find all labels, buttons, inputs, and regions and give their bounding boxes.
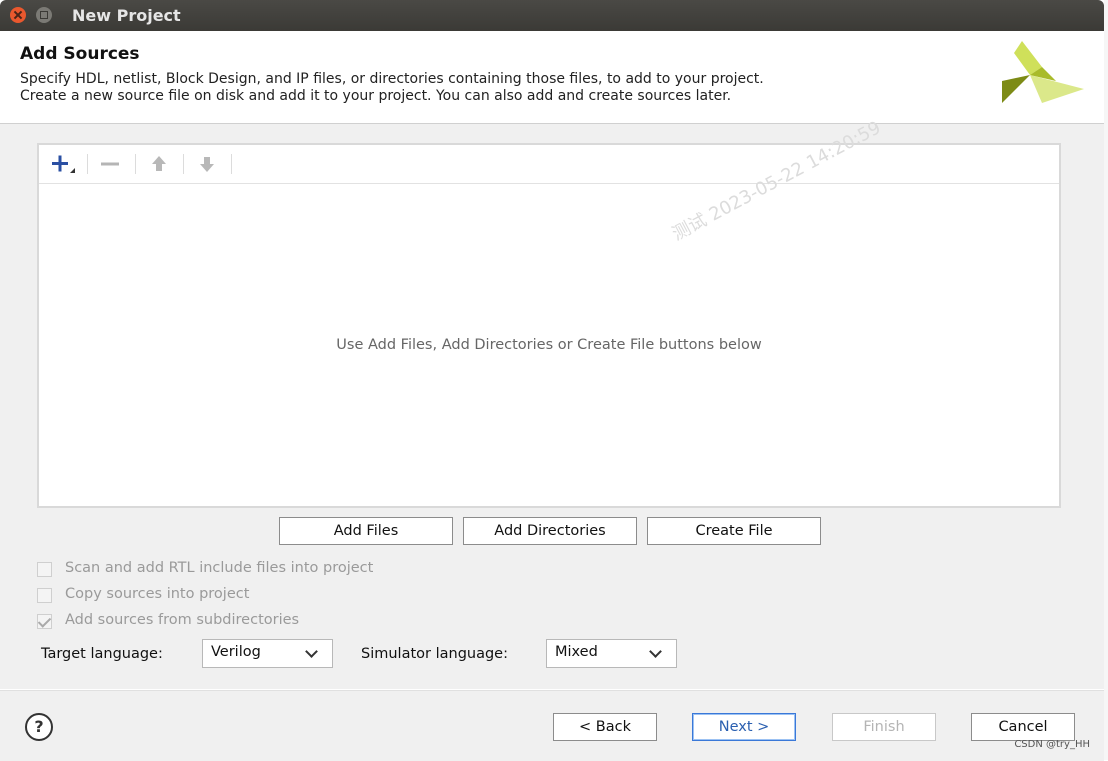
page-title: Add Sources [20, 44, 140, 64]
add-subdirectories-label: Add sources from subdirectories [65, 612, 300, 628]
sources-toolbar [39, 145, 1059, 184]
toolbar-separator [135, 154, 136, 174]
window-edge [1104, 0, 1108, 760]
description-line-1: Specify HDL, netlist, Block Design, and … [20, 71, 764, 87]
scan-rtl-include-label: Scan and add RTL include files into proj… [65, 560, 374, 576]
remove-icon[interactable] [95, 151, 127, 177]
empty-list-hint: Use Add Files, Add Directories or Create… [336, 337, 762, 353]
scan-rtl-include-checkbox[interactable] [37, 562, 52, 577]
chevron-down-icon [649, 645, 662, 658]
help-icon[interactable]: ? [25, 713, 53, 741]
copy-sources-checkbox[interactable] [37, 588, 52, 603]
simulator-language-value: Mixed [555, 644, 598, 660]
move-down-icon[interactable] [191, 151, 223, 177]
move-up-icon[interactable] [143, 151, 175, 177]
toolbar-separator [231, 154, 232, 174]
xilinx-logo-icon [1002, 41, 1084, 103]
simulator-language-label: Simulator language: [361, 646, 508, 662]
create-file-button[interactable]: Create File [647, 517, 821, 545]
check-icon [37, 614, 52, 628]
target-language-select[interactable]: Verilog [202, 639, 333, 668]
toolbar-separator [183, 154, 184, 174]
sources-panel: 测试 2023-05-22 14:20:59 Use Add Files, Ad… [37, 117, 1061, 508]
wizard-footer: ? < Back Next > Finish Cancel CSDN @try_… [0, 690, 1104, 761]
page-description: Specify HDL, netlist, Block Design, and … [20, 71, 764, 105]
copy-sources-label: Copy sources into project [65, 586, 250, 602]
chevron-down-icon [305, 645, 318, 658]
add-directories-button[interactable]: Add Directories [463, 517, 637, 545]
add-icon[interactable] [47, 151, 79, 177]
credit-watermark: CSDN @try_HH [1014, 739, 1090, 750]
finish-button[interactable]: Finish [832, 713, 936, 741]
title-bar: New Project [0, 0, 1104, 31]
toolbar-separator [87, 154, 88, 174]
simulator-language-select[interactable]: Mixed [546, 639, 677, 668]
add-files-button[interactable]: Add Files [279, 517, 453, 545]
window-title: New Project [72, 6, 181, 25]
target-language-value: Verilog [211, 644, 261, 660]
content-area: 测试 2023-05-22 14:20:59 Use Add Files, Ad… [0, 117, 1104, 689]
cancel-button[interactable]: Cancel [971, 713, 1075, 741]
add-subdirectories-checkbox[interactable] [37, 614, 52, 629]
next-button[interactable]: Next > [692, 713, 796, 741]
back-button[interactable]: < Back [553, 713, 657, 741]
description-line-2: Create a new source file on disk and add… [20, 88, 732, 104]
minimize-icon[interactable] [36, 7, 52, 23]
wizard-header: Add Sources Specify HDL, netlist, Block … [0, 31, 1104, 124]
target-language-label: Target language: [41, 646, 163, 662]
close-icon[interactable] [10, 7, 26, 23]
